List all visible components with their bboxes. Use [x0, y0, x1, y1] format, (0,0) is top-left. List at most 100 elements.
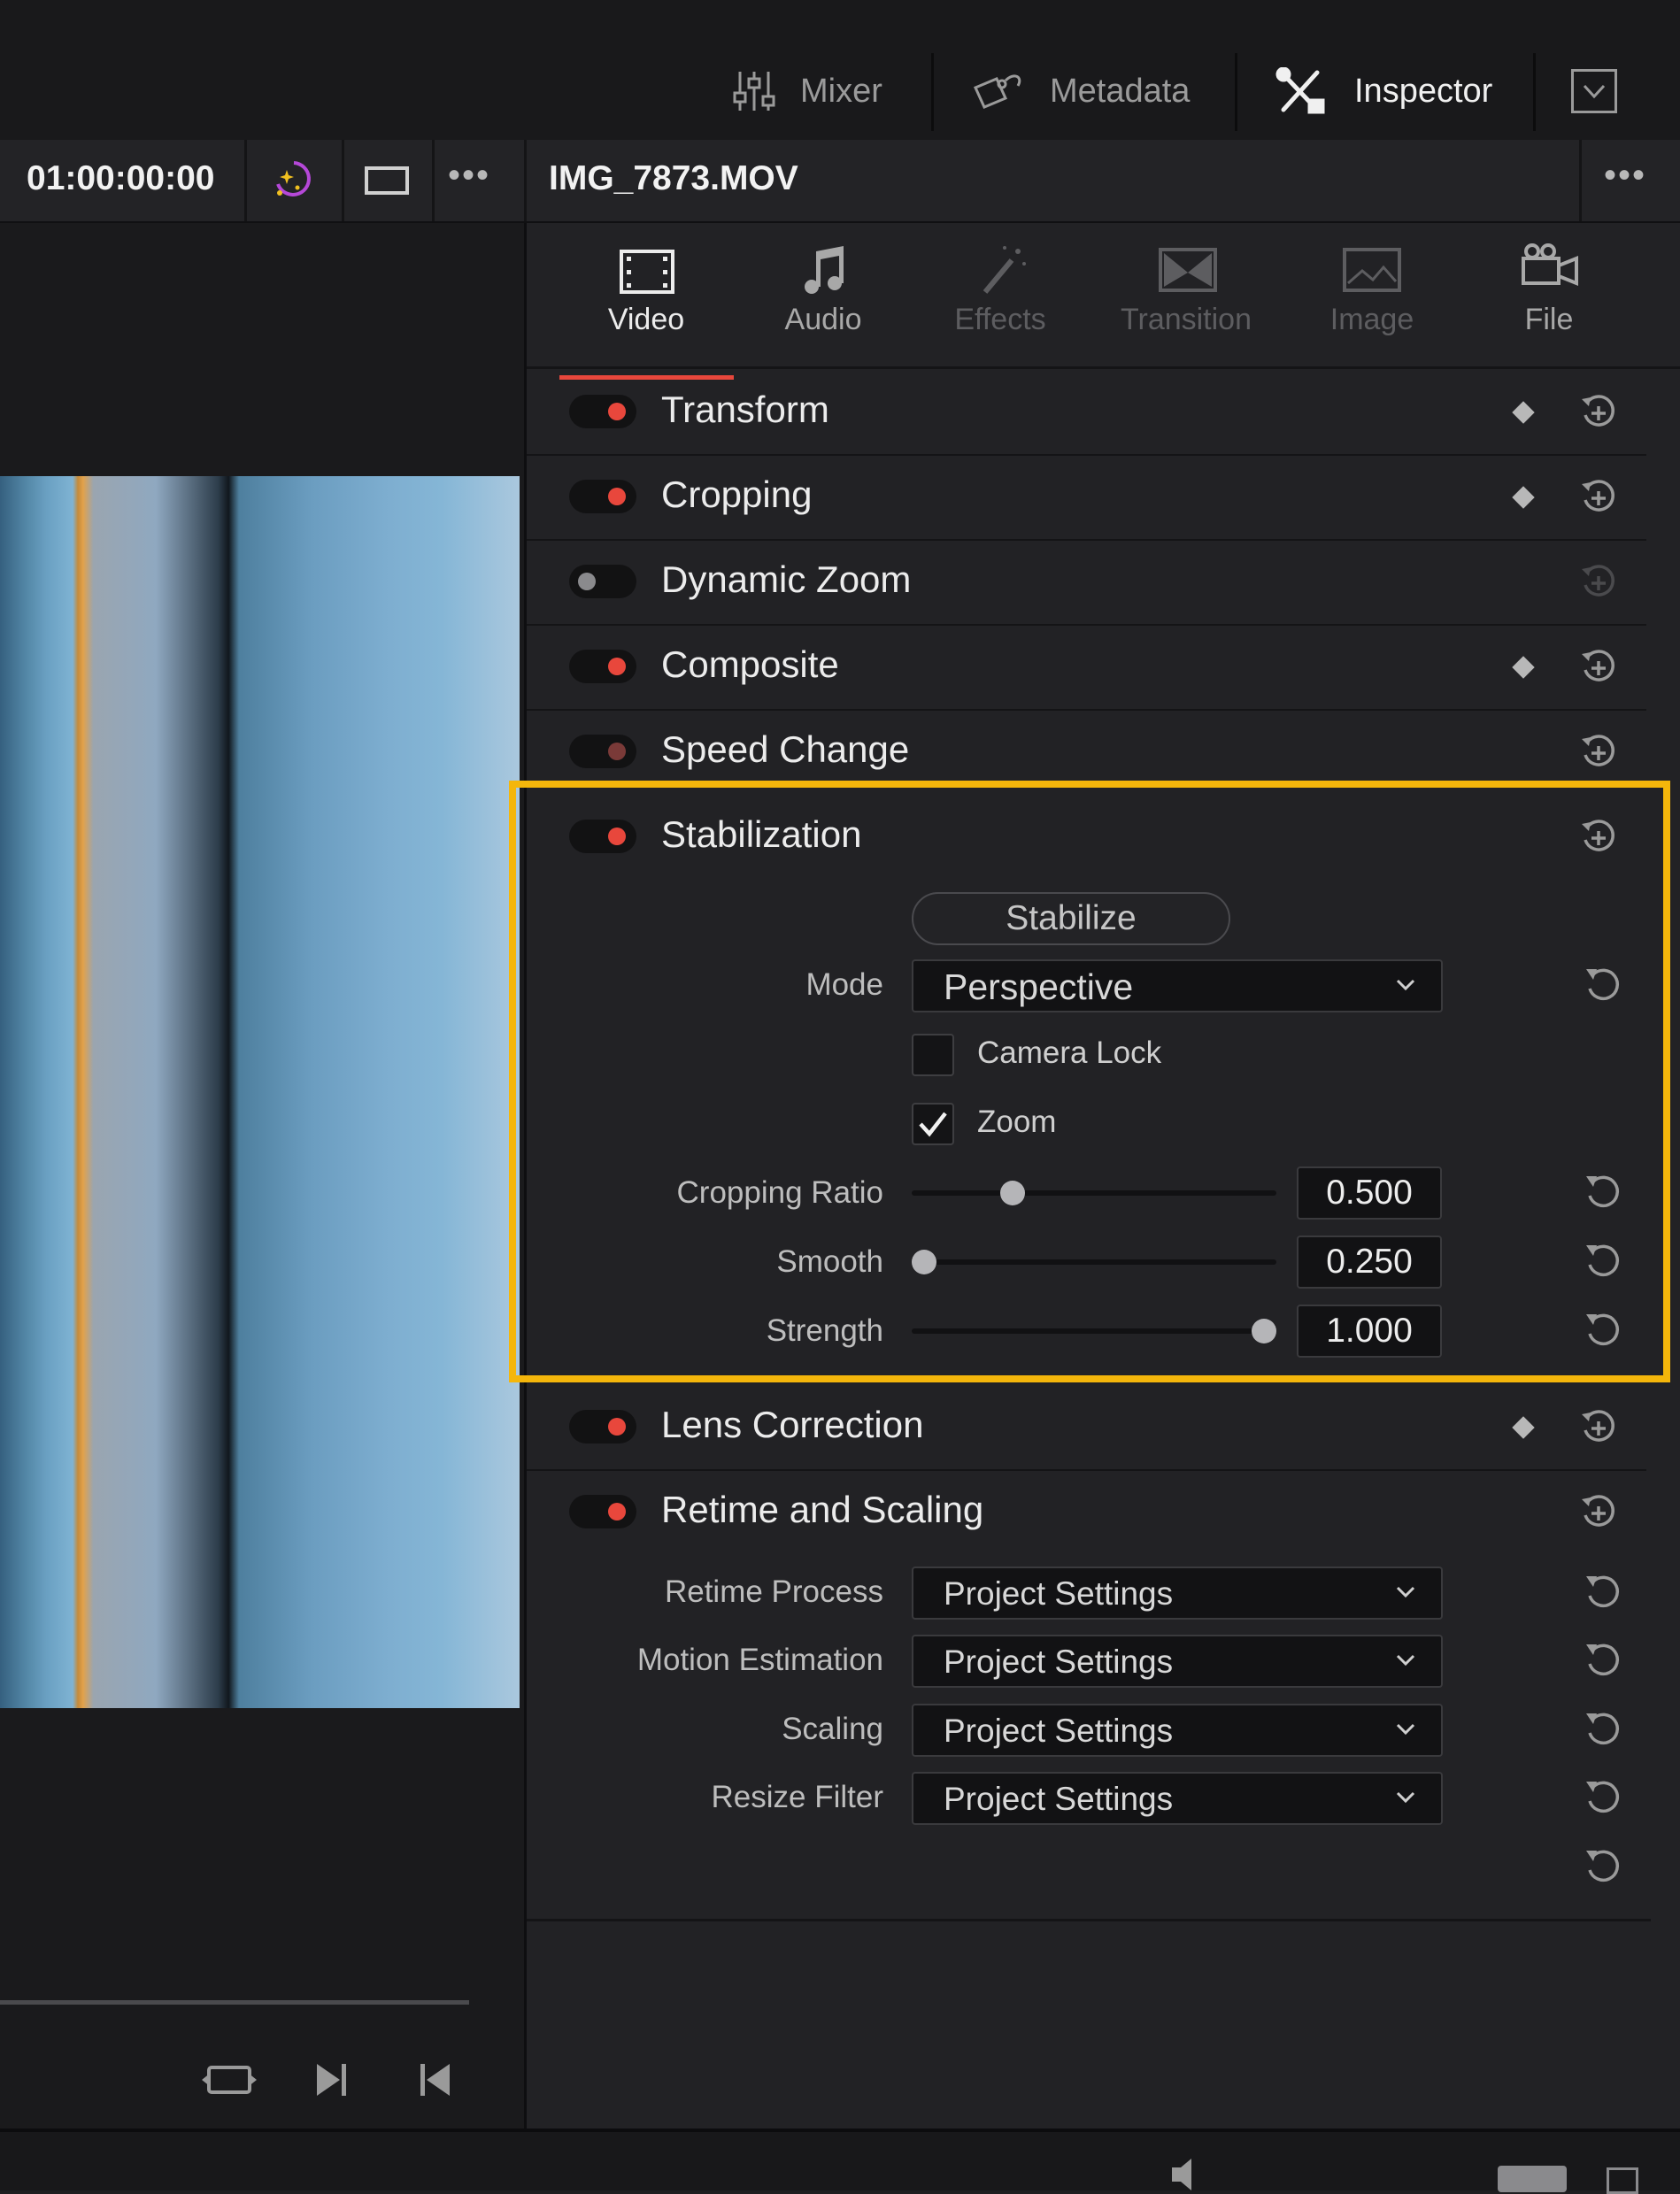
toolbar-divider [1533, 53, 1536, 131]
previous-frame-button[interactable] [416, 2059, 453, 2101]
film-icon [620, 250, 674, 294]
section-divider [527, 1919, 1651, 1921]
dynamic-zoom-title: Dynamic Zoom [661, 558, 912, 600]
reset-icon[interactable] [1583, 1845, 1623, 1886]
chevron-down-icon [1583, 84, 1606, 99]
composite-toggle[interactable] [569, 650, 636, 683]
keyframe-icon[interactable] [1512, 401, 1535, 424]
section-transform[interactable]: Transform [527, 369, 1646, 456]
chevron-down-icon [1396, 1791, 1415, 1804]
chevron-down-icon [1396, 1654, 1415, 1667]
viewer-header-bar: 01:00:00:00 ••• IMG_7873.MOV ••• [0, 140, 1680, 223]
retime-scaling-title: Retime and Scaling [661, 1489, 984, 1530]
reset-add-icon[interactable] [1578, 732, 1619, 773]
tab-transition-label: Transition [1120, 303, 1252, 336]
mixer-label: Mixer [800, 72, 882, 110]
section-lens-correction[interactable]: Lens Correction [527, 1384, 1646, 1471]
header-divider [244, 140, 247, 221]
collapse-panel-button[interactable] [1571, 69, 1617, 113]
inspector-button[interactable]: Inspector [1275, 51, 1492, 131]
header-divider [1579, 140, 1582, 221]
scaling-label: Scaling [782, 1712, 883, 1746]
tab-video-label: Video [607, 303, 685, 336]
reset-icon[interactable] [1583, 1571, 1623, 1612]
inspector-icon [1275, 67, 1325, 114]
keyframe-icon[interactable] [1512, 656, 1535, 679]
reset-add-icon[interactable] [1578, 1492, 1619, 1533]
keyframe-icon[interactable] [1512, 486, 1535, 509]
resize-filter-value: Project Settings [944, 1781, 1174, 1817]
skip-back-icon [420, 2064, 450, 2096]
header-divider [524, 140, 527, 221]
tab-effects[interactable]: Effects [916, 241, 1084, 356]
bottom-status-bar [0, 2132, 1680, 2194]
header-divider [342, 140, 344, 221]
tab-effects-label: Effects [954, 303, 1046, 336]
metadata-label: Metadata [1050, 72, 1191, 110]
magic-wand-icon [983, 246, 1026, 294]
tab-audio[interactable]: Audio [739, 241, 907, 356]
clip-name: IMG_7873.MOV [549, 159, 798, 197]
metadata-icon [973, 74, 1021, 109]
keyframe-icon[interactable] [1512, 1416, 1535, 1439]
tab-image-label: Image [1329, 303, 1414, 336]
speed-change-toggle[interactable] [569, 735, 636, 768]
reset-icon[interactable] [1583, 1708, 1623, 1749]
transform-toggle[interactable] [569, 395, 636, 428]
dynamic-zoom-toggle[interactable] [569, 565, 636, 598]
mixer-icon [733, 72, 775, 111]
reset-add-icon[interactable] [1578, 392, 1619, 433]
section-retime-scaling[interactable]: Retime and Scaling [527, 1469, 1646, 1554]
speed-change-title: Speed Change [661, 728, 910, 770]
resize-filter-dropdown[interactable]: Project Settings [912, 1772, 1443, 1825]
camera-file-icon [1522, 243, 1578, 286]
tab-transition[interactable]: Transition [1093, 241, 1279, 356]
scaling-dropdown[interactable]: Project Settings [912, 1704, 1443, 1757]
section-cropping[interactable]: Cropping [527, 454, 1646, 541]
dim-button[interactable] [1498, 2166, 1567, 2192]
loop-icon [202, 2066, 257, 2094]
color-sparkle-button[interactable] [269, 158, 315, 204]
motion-estimation-label: Motion Estimation [636, 1643, 883, 1677]
next-frame-button[interactable] [313, 2059, 351, 2101]
reset-add-icon[interactable] [1578, 647, 1619, 688]
lens-correction-toggle[interactable] [569, 1410, 636, 1443]
composite-title: Composite [661, 643, 839, 685]
transition-icon [1159, 248, 1217, 292]
tab-audio-label: Audio [784, 303, 862, 336]
header-divider [432, 140, 435, 221]
section-composite[interactable]: Composite [527, 624, 1646, 711]
scaling-value: Project Settings [944, 1713, 1174, 1749]
viewer-more-icon[interactable]: ••• [448, 156, 490, 196]
retime-process-label: Retime Process [664, 1574, 883, 1609]
sparkle-icon [276, 161, 311, 196]
metadata-button[interactable]: Metadata [970, 51, 1190, 131]
tab-image[interactable]: Image [1288, 241, 1456, 356]
section-dynamic-zoom[interactable]: Dynamic Zoom [527, 539, 1646, 626]
cropping-toggle[interactable] [569, 480, 636, 513]
tab-video[interactable]: Video [558, 241, 735, 380]
transform-title: Transform [661, 389, 829, 430]
image-icon [1343, 248, 1401, 292]
viewer-scrubber[interactable] [0, 2000, 469, 2005]
loop-button[interactable] [202, 2059, 257, 2101]
retime-scaling-toggle[interactable] [569, 1495, 636, 1528]
reset-icon[interactable] [1583, 1639, 1623, 1680]
speaker-icon[interactable] [1168, 2155, 1204, 2190]
motion-estimation-dropdown[interactable]: Project Settings [912, 1635, 1443, 1688]
reset-add-icon[interactable] [1578, 477, 1619, 518]
tab-file[interactable]: File [1465, 241, 1633, 356]
reset-add-icon[interactable] [1578, 1407, 1619, 1448]
stabilization-highlight-box [509, 781, 1670, 1382]
chevron-down-icon [1396, 1723, 1415, 1736]
music-note-icon [805, 246, 844, 294]
mixer-button[interactable]: Mixer [731, 51, 882, 131]
viewer-mode-button[interactable] [365, 166, 409, 195]
reset-add-icon[interactable] [1578, 562, 1619, 603]
toolbar-divider [931, 53, 934, 131]
top-toolbar: Mixer Metadata Inspector [0, 0, 1680, 142]
retime-process-dropdown[interactable]: Project Settings [912, 1567, 1443, 1620]
reset-icon[interactable] [1583, 1776, 1623, 1817]
inspector-more-icon[interactable]: ••• [1604, 156, 1646, 196]
timecode: 01:00:00:00 [27, 159, 215, 197]
